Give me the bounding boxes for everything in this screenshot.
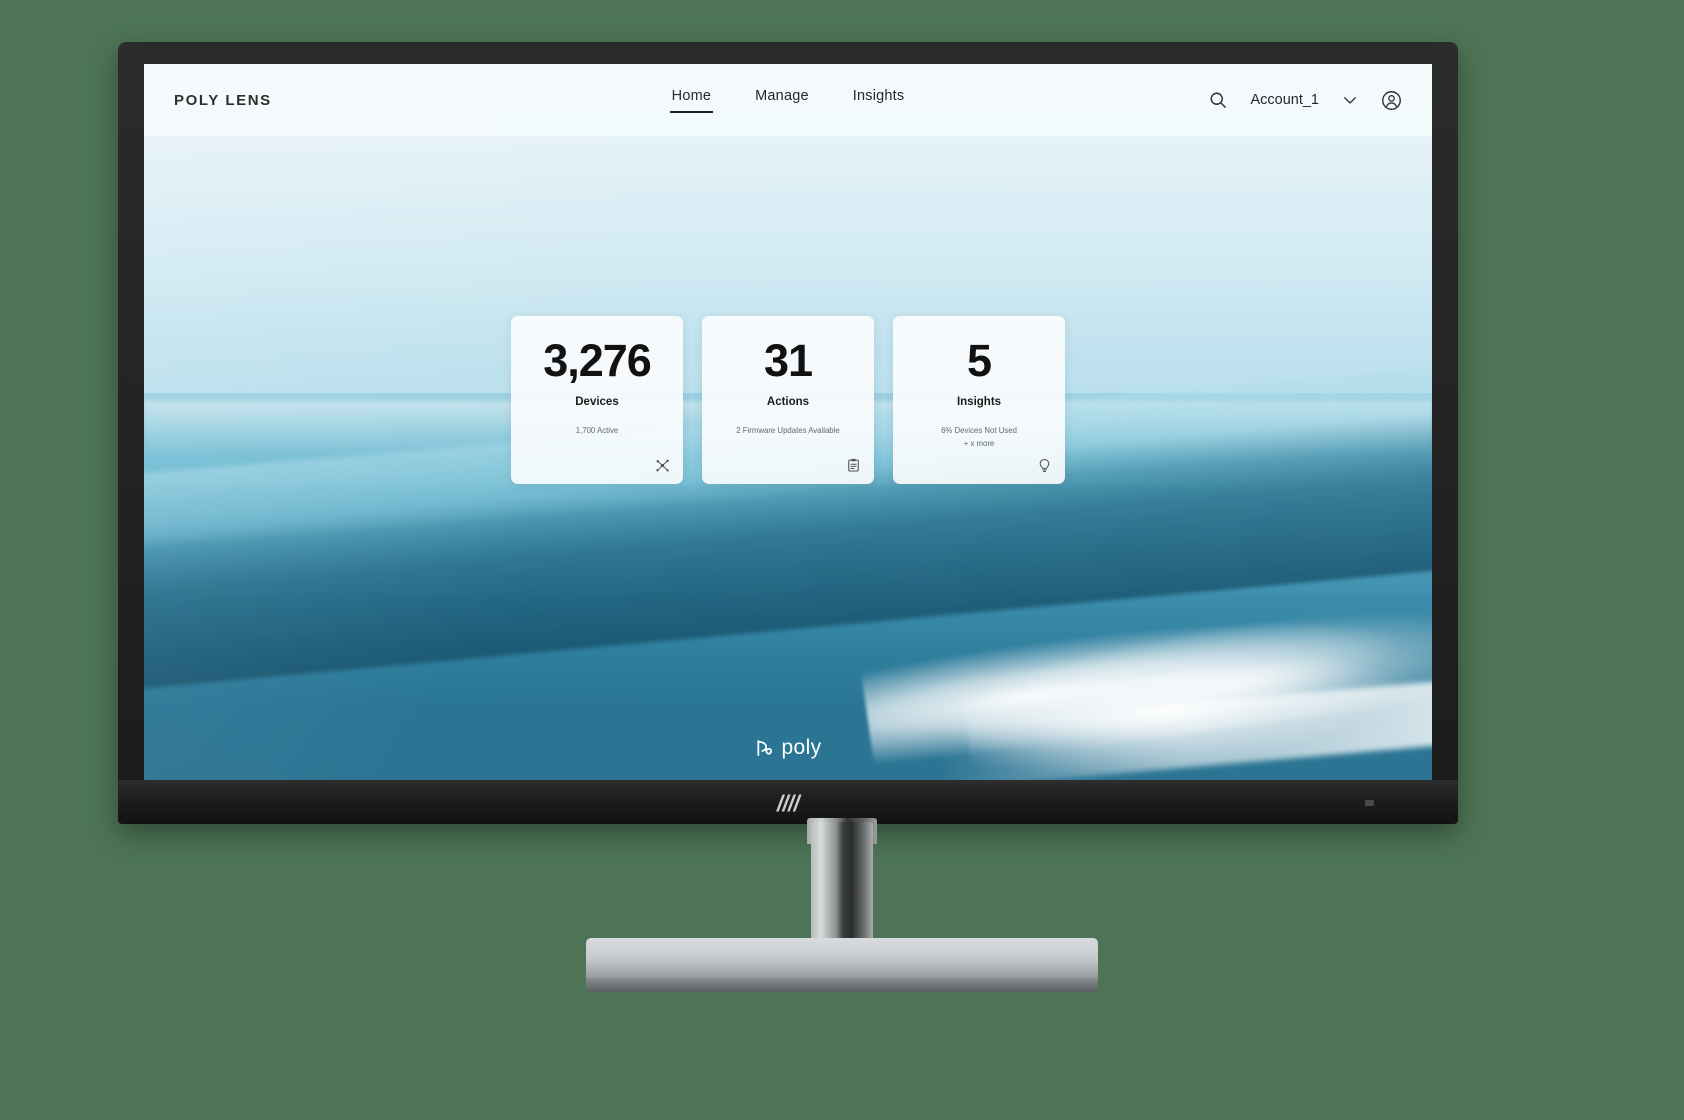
stat-card-value: 3,276 (543, 335, 652, 386)
hp-logo (776, 794, 802, 812)
lightbulb-icon (1039, 458, 1050, 473)
stat-card-title: Insights (956, 396, 1002, 408)
account-name-label[interactable]: Account_1 (1250, 92, 1319, 108)
stat-card-subtext: 2 Firmware Updates Available (736, 425, 839, 438)
stat-card-subtext-line1: 2 Firmware Updates Available (736, 426, 840, 435)
clipboard-icon (848, 458, 859, 472)
topbar-right-group: Account_1 (1208, 90, 1402, 111)
stat-card-value: 5 (966, 335, 992, 386)
stat-card-subtext-line1: 1,700 Active (575, 426, 619, 435)
stat-cards-row: 3,276 Devices 1,700 Active 31 Actions 2 … (144, 316, 1432, 484)
stat-card-subtext: 6% Devices Not Used + x more (941, 425, 1017, 451)
stat-card-subtext-line2: + x more (963, 438, 995, 448)
poly-logo-mark-icon (757, 739, 773, 757)
monitor-stage: POLY LENS Home Manage Insights Account_1 (0, 0, 1684, 1120)
nav-item-insights[interactable]: Insights (853, 88, 905, 113)
nav-item-manage[interactable]: Manage (755, 88, 809, 113)
stat-card-devices[interactable]: 3,276 Devices 1,700 Active (511, 316, 683, 484)
stat-card-actions[interactable]: 31 Actions 2 Firmware Updates Available (702, 316, 874, 484)
stat-card-title: Devices (575, 396, 619, 408)
poly-wordmark-text: poly (781, 736, 822, 759)
monitor-stand-base-edge (586, 978, 1098, 992)
app-topbar: POLY LENS Home Manage Insights Account_1 (144, 64, 1432, 136)
poly-watermark: poly (144, 736, 1432, 760)
poly-lens-app: POLY LENS Home Manage Insights Account_1 (144, 64, 1432, 780)
stat-card-insights[interactable]: 5 Insights 6% Devices Not Used + x more (893, 316, 1065, 484)
nav-item-home[interactable]: Home (669, 88, 714, 113)
power-indicator-led (1365, 800, 1374, 806)
account-avatar-icon[interactable] (1381, 90, 1402, 111)
devices-network-icon (656, 459, 669, 472)
search-icon[interactable] (1208, 90, 1228, 110)
monitor-bezel: POLY LENS Home Manage Insights Account_1 (118, 42, 1458, 824)
monitor-stand-base (586, 938, 1098, 982)
stat-card-subtext: 1,700 Active (576, 425, 618, 438)
stat-card-value: 31 (763, 335, 813, 386)
stat-card-subtext-line1: 6% Devices Not Used (941, 426, 1017, 435)
monitor-screen: POLY LENS Home Manage Insights Account_1 (144, 64, 1432, 780)
stat-card-title: Actions (766, 396, 810, 408)
chevron-down-icon[interactable] (1341, 91, 1359, 109)
